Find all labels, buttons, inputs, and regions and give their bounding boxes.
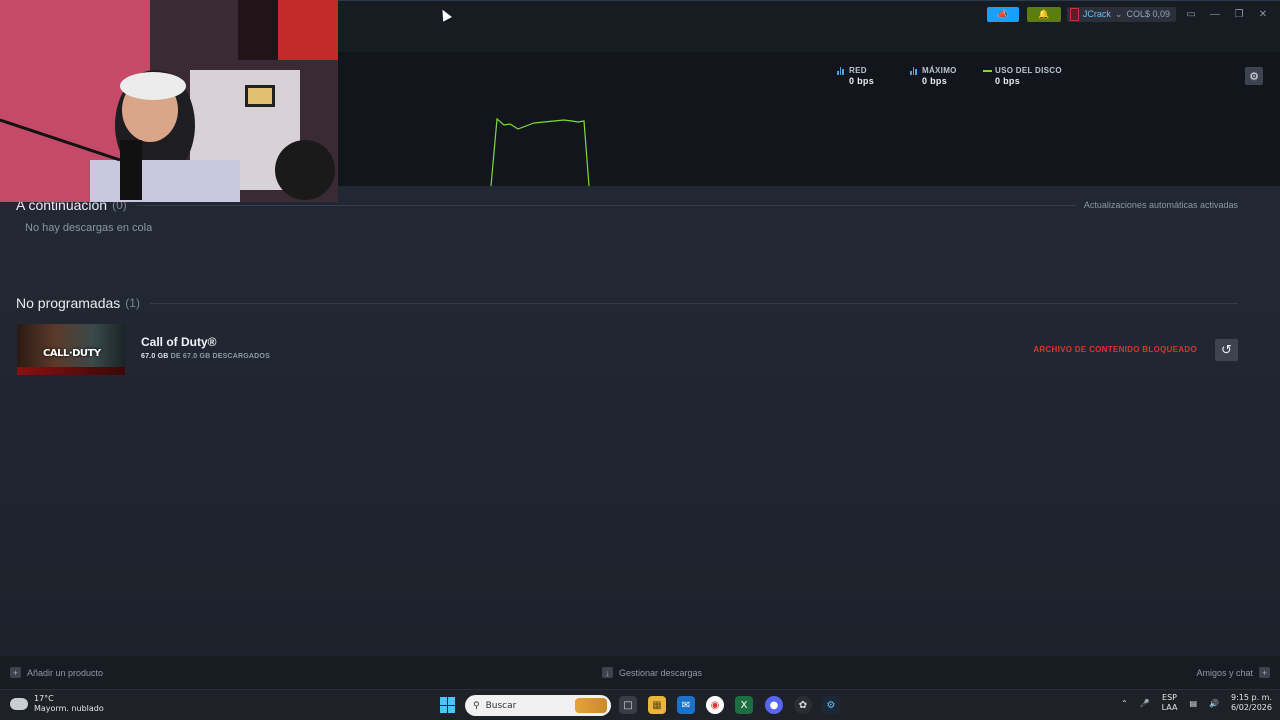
network-stat: RED 0 bps <box>837 66 875 86</box>
weather-widget[interactable]: 17°C Mayorm. nublado <box>8 694 104 714</box>
manage-downloads-button[interactable]: ↓ Gestionar descargas <box>602 667 702 678</box>
cover-logo: CALL·DUTY <box>43 348 101 359</box>
divider <box>136 204 1238 206</box>
peak-stat: MÁXIMO 0 bps <box>910 66 957 86</box>
language-code: ESP <box>1162 693 1178 702</box>
section-count: (1) <box>125 296 140 310</box>
minimize-icon[interactable]: — <box>1206 9 1224 20</box>
chevron-up-icon[interactable]: ⌃ <box>1121 699 1128 708</box>
plus-icon: + <box>10 667 21 678</box>
unscheduled-header: No programadas (1) <box>16 295 1238 311</box>
network-label: RED <box>849 66 867 75</box>
date: 6/02/2026 <box>1230 703 1272 712</box>
retry-button[interactable]: ↺ <box>1215 339 1238 361</box>
close-icon[interactable]: ✕ <box>1254 9 1272 20</box>
steam-icon[interactable]: ⚙ <box>822 696 840 714</box>
streamer-image <box>0 0 338 202</box>
disk-value: 0 bps <box>995 76 1021 86</box>
app-icon[interactable]: ✿ <box>794 696 812 714</box>
list-item[interactable]: CALL·DUTY Call of Duty® 67.0 GB DE 67.0 … <box>17 324 1238 375</box>
download-graph: RED 0 bps MÁXIMO 0 bps USO DEL DISCO 0 b… <box>338 52 1280 186</box>
task-view-icon[interactable]: □ <box>619 696 637 714</box>
gear-icon[interactable]: ⚙ <box>1245 67 1263 85</box>
avatar <box>1069 7 1079 21</box>
total-size: DE 67.0 GB DESCARGADOS <box>170 353 270 360</box>
disk-usage-line <box>490 117 590 186</box>
cover-accent <box>17 367 125 375</box>
language-indicator[interactable]: ESP LAA <box>1162 693 1178 713</box>
megaphone-icon: 📣 <box>997 8 1009 19</box>
search-icon: ⚲ <box>473 700 480 711</box>
temperature: 17°C <box>34 694 54 703</box>
notifications-button[interactable]: 🔔 <box>1026 6 1061 22</box>
weather-text: 17°C Mayorm. nublado <box>34 694 104 714</box>
bar-legend-icon <box>910 67 918 75</box>
microphone-icon[interactable]: 🎤 <box>1140 699 1150 708</box>
windows-start-icon[interactable] <box>440 697 456 713</box>
keyboard-layout: LAA <box>1161 703 1178 712</box>
account-menu[interactable]: JCrack ⌄ COL$ 0,09 <box>1066 6 1176 22</box>
peak-label: MÁXIMO <box>922 66 957 75</box>
download-progress: 67.0 GB DE 67.0 GB DESCARGADOS <box>141 353 270 360</box>
chevron-down-icon: ⌄ <box>1114 8 1123 19</box>
wallet-balance: COL$ 0,09 <box>1126 9 1170 19</box>
network-value: 0 bps <box>849 76 875 86</box>
downloaded-size: 67.0 GB <box>141 353 169 360</box>
user-name: JCrack <box>1082 9 1111 19</box>
game-title[interactable]: Call of Duty® <box>141 335 217 349</box>
chat-icon: + <box>1259 667 1270 678</box>
bar-legend-icon <box>837 67 845 75</box>
refresh-icon: ↺ <box>1221 342 1232 357</box>
disk-stat: USO DEL DISCO 0 bps <box>983 66 1062 86</box>
file-explorer-icon[interactable]: ▦ <box>648 696 666 714</box>
title-controls: 📣 🔔 JCrack ⌄ COL$ 0,09 ▭ — ❐ ✕ <box>986 5 1272 23</box>
volume-icon[interactable]: 🔊 <box>1209 699 1219 708</box>
search-highlight-image <box>575 698 607 713</box>
download-icon: ↓ <box>602 667 613 678</box>
weather-condition: Mayorm. nublado <box>34 704 104 713</box>
disk-usage-graph <box>490 117 590 186</box>
maximize-icon[interactable]: ❐ <box>1230 9 1248 20</box>
empty-queue-message: No hay descargas en cola <box>25 222 153 234</box>
line-legend-icon <box>983 70 992 72</box>
peak-value: 0 bps <box>922 76 948 86</box>
clock[interactable]: 9:15 p. m. 6/02/2026 <box>1231 693 1272 713</box>
announcements-button[interactable]: 📣 <box>986 6 1019 22</box>
manage-downloads-label: Gestionar descargas <box>619 667 703 678</box>
divider <box>149 302 1238 304</box>
excel-icon[interactable]: X <box>735 696 753 714</box>
webcam-overlay <box>0 0 338 202</box>
time: 9:15 p. m. <box>1230 693 1272 702</box>
network-icon[interactable]: ▤ <box>1189 699 1197 708</box>
search-placeholder: Buscar <box>485 700 517 711</box>
add-product-button[interactable]: + Añadir un producto <box>10 667 103 678</box>
taskbar-search[interactable]: ⚲ Buscar <box>465 695 611 716</box>
bottom-bar: + Añadir un producto ↓ Gestionar descarg… <box>0 655 1280 689</box>
auto-updates-status: Actualizaciones automáticas activadas <box>1075 200 1238 210</box>
system-tray: ⌃ 🎤 ESP LAA ▤ 🔊 9:15 p. m. 6/02/2026 <box>1121 693 1272 713</box>
bell-icon: 🔔 <box>1038 8 1050 19</box>
mail-icon[interactable]: ✉ <box>677 696 695 714</box>
discord-icon[interactable]: ● <box>765 696 783 714</box>
section-title: No programadas <box>16 295 121 311</box>
game-cover[interactable]: CALL·DUTY <box>17 324 125 375</box>
chrome-icon[interactable]: ◉ <box>706 696 724 714</box>
status-badge: ARCHIVO DE CONTENIDO BLOQUEADO <box>1033 345 1197 354</box>
friends-chat-button[interactable]: Amigos y chat + <box>1196 667 1270 678</box>
big-picture-icon[interactable]: ▭ <box>1182 9 1200 20</box>
disk-label: USO DEL DISCO <box>995 66 1062 75</box>
add-product-label: Añadir un producto <box>27 667 104 678</box>
friends-chat-label: Amigos y chat <box>1196 667 1253 678</box>
windows-taskbar: 17°C Mayorm. nublado ⚲ Buscar □ ▦ ✉ ◉ X … <box>0 689 1280 720</box>
cloud-icon <box>8 694 28 710</box>
